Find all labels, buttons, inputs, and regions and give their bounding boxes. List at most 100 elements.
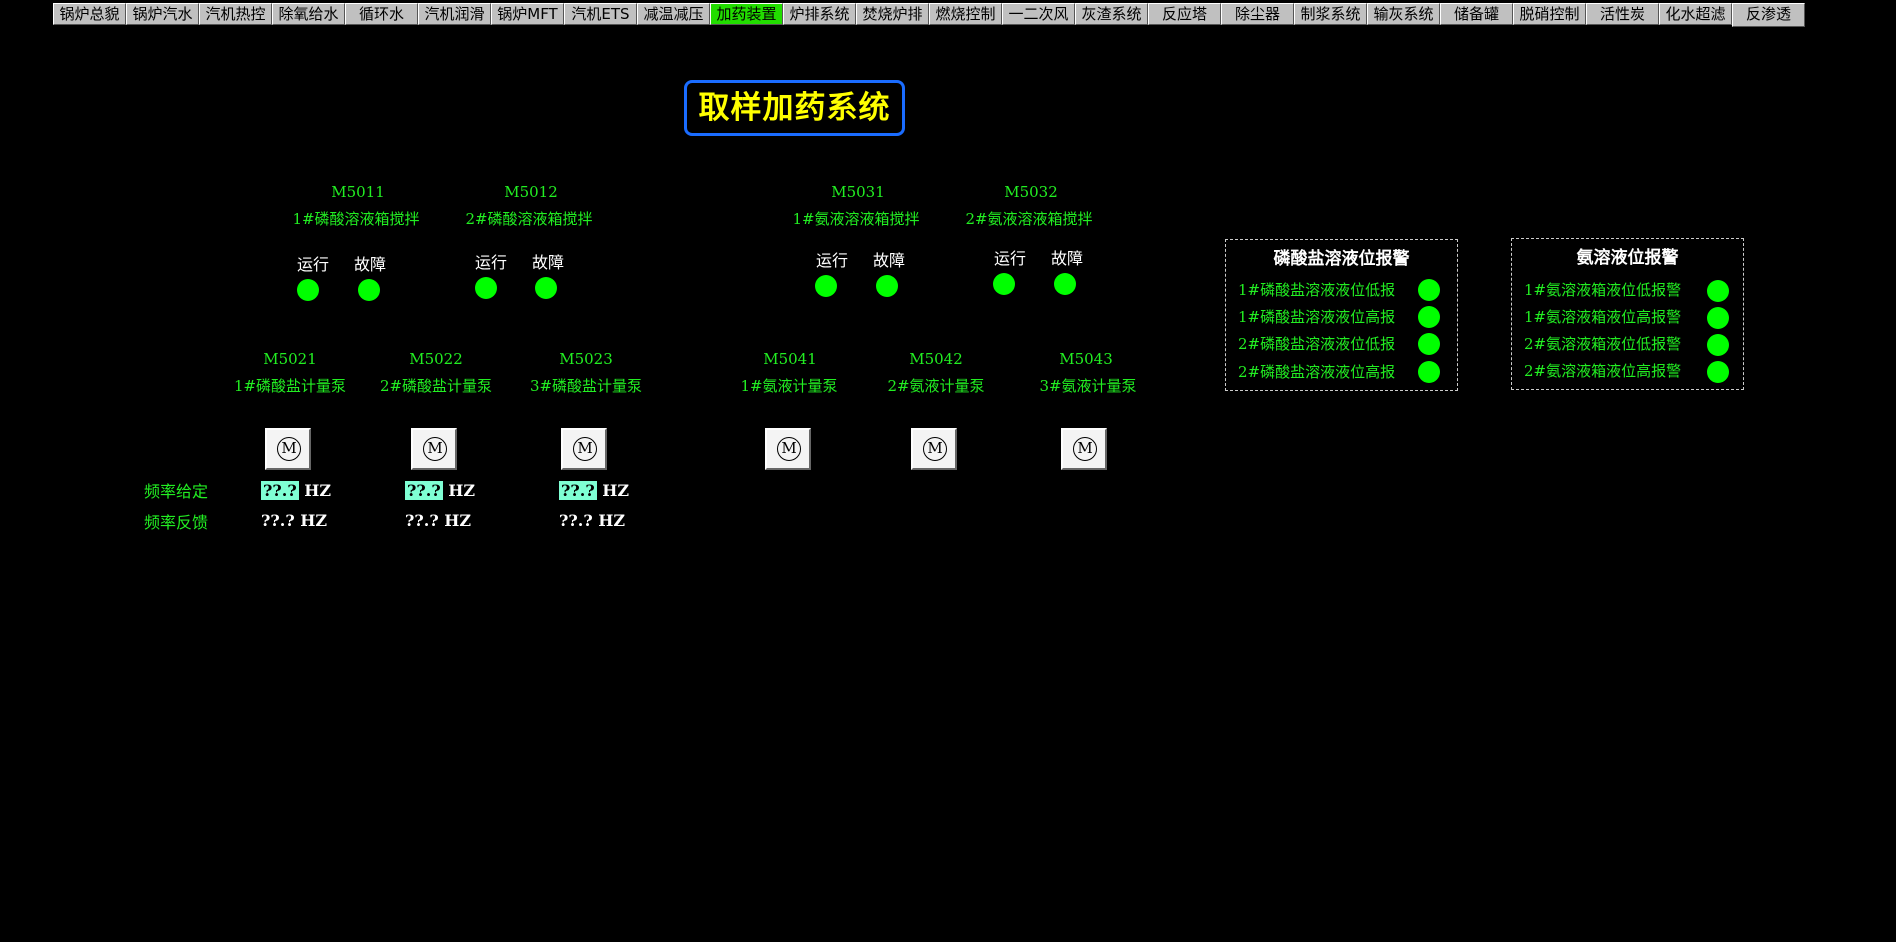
- motor-icon: M: [423, 437, 447, 461]
- pump-name: 2#磷酸盐计量泵: [379, 377, 493, 395]
- pump-motor-button[interactable]: M: [411, 428, 457, 470]
- tab-dosing-unit[interactable]: 加药装置: [710, 3, 783, 25]
- mixer-name: 1#氨液溶液箱搅拌: [792, 210, 920, 228]
- pump-tag: M5023: [559, 350, 613, 368]
- mixer-tag: M5032: [1004, 183, 1058, 201]
- tab-boiler-steam-water[interactable]: 锅炉汽水: [126, 3, 199, 25]
- freq-feedback-row: ??.? HZ: [261, 511, 327, 530]
- fault-label: 故障: [1050, 249, 1084, 268]
- tab-desuperheater[interactable]: 减温减压: [637, 3, 710, 25]
- tab-combustion-control[interactable]: 燃烧控制: [929, 3, 1002, 25]
- pump-tag: M5022: [409, 350, 463, 368]
- tab-primary-secondary-air[interactable]: 一二次风: [1002, 3, 1075, 25]
- fault-indicator: [535, 277, 557, 299]
- pump-name: 1#氨液计量泵: [740, 377, 838, 395]
- pump-motor-button[interactable]: M: [911, 428, 957, 470]
- tab-storage-tank[interactable]: 储备罐: [1440, 3, 1513, 25]
- run-indicator: [815, 275, 837, 297]
- fault-label: 故障: [872, 251, 906, 270]
- pump-name: 2#氨液计量泵: [887, 377, 985, 395]
- pump-name: 3#磷酸盐计量泵: [529, 377, 643, 395]
- freq-set-input[interactable]: ??.?: [405, 481, 443, 500]
- alarm-indicator: [1707, 334, 1729, 356]
- pump-name: 1#磷酸盐计量泵: [233, 377, 347, 395]
- pump-tag: M5042: [909, 350, 963, 368]
- freq-set-row: ??.? HZ: [261, 481, 331, 500]
- freq-feedback-value: ??.?: [405, 511, 439, 530]
- run-label: 运行: [296, 255, 330, 274]
- tab-reaction-tower[interactable]: 反应塔: [1148, 3, 1221, 25]
- run-indicator: [297, 279, 319, 301]
- alarm-label: 1#磷酸盐溶液液位高报: [1238, 308, 1396, 326]
- freq-feedback-label: 频率反馈: [144, 513, 209, 532]
- mixer-tag: M5011: [331, 183, 385, 201]
- tab-slurry-system[interactable]: 制浆系统: [1294, 3, 1367, 25]
- mixer-name: 2#磷酸溶液箱搅拌: [465, 210, 593, 228]
- freq-unit: HZ: [444, 511, 472, 530]
- run-label: 运行: [993, 249, 1027, 268]
- tab-boiler-mft[interactable]: 锅炉MFT: [491, 3, 564, 25]
- tab-denitration-control[interactable]: 脱硝控制: [1513, 3, 1586, 25]
- run-label: 运行: [815, 251, 849, 270]
- alarm-indicator: [1418, 306, 1440, 328]
- alarm-panel-title: 氨溶液位报警: [1576, 248, 1679, 268]
- pump-motor-button[interactable]: M: [561, 428, 607, 470]
- fault-label: 故障: [531, 253, 565, 272]
- alarm-indicator: [1418, 333, 1440, 355]
- alarm-label: 1#磷酸盐溶液液位低报: [1238, 281, 1396, 299]
- alarm-label: 1#氨溶液箱液位高报警: [1524, 308, 1682, 326]
- pump-motor-button[interactable]: M: [1061, 428, 1107, 470]
- pump-tag: M5043: [1059, 350, 1113, 368]
- tab-dust-collector[interactable]: 除尘器: [1221, 3, 1294, 25]
- ammonia-level-alarm-panel: 氨溶液位报警 1#氨溶液箱液位低报警 1#氨溶液箱液位高报警 2#氨溶液箱液位低…: [1511, 238, 1744, 390]
- freq-feedback-row: ??.? HZ: [559, 511, 625, 530]
- alarm-panel-title: 磷酸盐溶液位报警: [1273, 249, 1410, 269]
- freq-set-row: ??.? HZ: [405, 481, 475, 500]
- tab-deaerator-feedwater[interactable]: 除氧给水: [272, 3, 345, 25]
- freq-unit: HZ: [304, 481, 332, 500]
- alarm-label: 2#氨溶液箱液位低报警: [1524, 335, 1682, 353]
- pump-motor-button[interactable]: M: [265, 428, 311, 470]
- freq-set-row: ??.? HZ: [559, 481, 629, 500]
- freq-unit: HZ: [448, 481, 476, 500]
- mixer-name: 1#磷酸溶液箱搅拌: [292, 210, 420, 228]
- freq-feedback-value: ??.?: [559, 511, 593, 530]
- alarm-indicator: [1418, 279, 1440, 301]
- pump-motor-button[interactable]: M: [765, 428, 811, 470]
- freq-feedback-value: ??.?: [261, 511, 295, 530]
- tab-incinerator-grate[interactable]: 焚烧炉排: [856, 3, 929, 25]
- phosphate-level-alarm-panel: 磷酸盐溶液位报警 1#磷酸盐溶液液位低报 1#磷酸盐溶液液位高报 2#磷酸盐溶液…: [1225, 239, 1458, 391]
- tab-circulating-water[interactable]: 循环水: [345, 3, 418, 25]
- freq-set-input[interactable]: ??.?: [261, 481, 299, 500]
- tab-turbine-ets[interactable]: 汽机ETS: [564, 3, 637, 25]
- mixer-name: 2#氨液溶液箱搅拌: [965, 210, 1093, 228]
- tab-boiler-overview[interactable]: 锅炉总貌: [53, 3, 126, 25]
- tab-ash-slag-system[interactable]: 灰渣系统: [1075, 3, 1148, 25]
- fault-indicator: [358, 279, 380, 301]
- motor-icon: M: [923, 437, 947, 461]
- alarm-indicator: [1707, 280, 1729, 302]
- tab-grate-system[interactable]: 炉排系统: [783, 3, 856, 25]
- freq-set-input[interactable]: ??.?: [559, 481, 597, 500]
- run-indicator: [993, 273, 1015, 295]
- tab-ash-conveying[interactable]: 输灰系统: [1367, 3, 1440, 25]
- fault-indicator: [1054, 273, 1076, 295]
- tab-turbine-thermal-control[interactable]: 汽机热控: [199, 3, 272, 25]
- alarm-label: 1#氨溶液箱液位低报警: [1524, 281, 1682, 299]
- motor-icon: M: [777, 437, 801, 461]
- run-indicator: [475, 277, 497, 299]
- motor-icon: M: [573, 437, 597, 461]
- tab-reverse-osmosis[interactable]: 反渗透: [1732, 3, 1805, 27]
- alarm-indicator: [1707, 361, 1729, 383]
- freq-feedback-row: ??.? HZ: [405, 511, 471, 530]
- fault-label: 故障: [353, 255, 387, 274]
- page-title: 取样加药系统: [684, 80, 905, 136]
- freq-unit: HZ: [598, 511, 626, 530]
- freq-unit: HZ: [602, 481, 630, 500]
- tab-turbine-lubrication[interactable]: 汽机润滑: [418, 3, 491, 25]
- alarm-label: 2#磷酸盐溶液液位低报: [1238, 335, 1396, 353]
- tab-water-ultrafiltration[interactable]: 化水超滤: [1659, 3, 1732, 25]
- tab-activated-carbon[interactable]: 活性炭: [1586, 3, 1659, 25]
- mixer-tag: M5012: [504, 183, 558, 201]
- freq-unit: HZ: [300, 511, 328, 530]
